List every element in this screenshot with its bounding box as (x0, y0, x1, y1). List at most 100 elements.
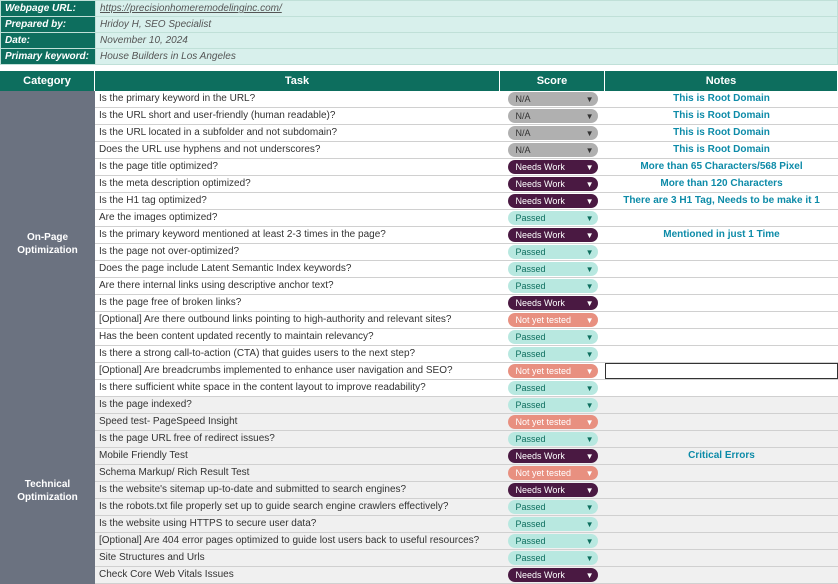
score-dropdown[interactable]: Passed▼ (508, 551, 598, 565)
score-cell: Passed ▼ (500, 533, 605, 549)
score-dropdown[interactable]: Needs Work▼ (508, 449, 598, 463)
score-dropdown[interactable]: Passed▼ (508, 279, 598, 293)
task-text: Speed test- PageSpeed Insight (95, 414, 500, 430)
score-label: Needs Work (516, 451, 565, 461)
notes-text (605, 482, 838, 498)
meta-url-value: https://precisionhomeremodelinginc.com/ (96, 1, 838, 17)
score-cell: Needs Work▼ (500, 448, 605, 464)
chevron-down-icon: ▼ (586, 469, 594, 478)
chevron-down-icon: ▼ (586, 537, 594, 546)
notes-text (605, 210, 838, 226)
score-label: Passed (516, 536, 546, 546)
score-dropdown[interactable]: Not yet tested▼ (508, 313, 598, 327)
notes-text (605, 465, 838, 481)
notes-text (605, 346, 838, 362)
score-dropdown[interactable]: N/A▼ (508, 92, 598, 106)
score-label: Not yet tested (516, 417, 572, 427)
score-dropdown[interactable]: Passed▼ (508, 432, 598, 446)
score-cell: Needs Work▼ (500, 176, 605, 192)
table-row: Speed test- PageSpeed Insight Not yet tes… (95, 414, 838, 431)
chevron-down-icon: ▼ (586, 214, 594, 223)
notes-text (605, 295, 838, 311)
score-label: Passed (516, 213, 546, 223)
score-cell: Passed▼ (500, 499, 605, 515)
score-dropdown[interactable]: Passed ▼ (508, 534, 598, 548)
score-dropdown[interactable]: Passed▼ (508, 347, 598, 361)
task-text: Is the page free of broken links? (95, 295, 500, 311)
score-cell: Needs Work▼ (500, 159, 605, 175)
table-row: Schema Markup/ Rich Result TestNot yet t… (95, 465, 838, 482)
score-dropdown[interactable]: Needs Work▼ (508, 483, 598, 497)
score-dropdown[interactable]: N/A▼ (508, 126, 598, 140)
score-dropdown[interactable]: Not yet tested▼ (508, 415, 598, 429)
score-dropdown[interactable]: Passed▼ (508, 381, 598, 395)
notes-text (605, 516, 838, 532)
chevron-down-icon: ▼ (586, 299, 594, 308)
score-label: Passed (516, 434, 546, 444)
task-text: Has the been content updated recently to… (95, 329, 500, 345)
score-cell: N/A ▼ (500, 142, 605, 158)
table-row: Is the website's sitemap up-to-date and … (95, 482, 838, 499)
score-dropdown[interactable]: Passed▼ (508, 500, 598, 514)
table-row: Is the page indexed?Passed▼ (95, 397, 838, 414)
chevron-down-icon: ▼ (586, 146, 594, 155)
score-cell: Passed▼ (500, 380, 605, 396)
score-dropdown[interactable]: N/A▼ (508, 109, 598, 123)
task-text: Are the images optimized? (95, 210, 500, 226)
score-cell: N/A▼ (500, 108, 605, 124)
task-text: Is there a strong call-to-action (CTA) t… (95, 346, 500, 362)
chevron-down-icon: ▼ (586, 95, 594, 104)
chevron-down-icon: ▼ (586, 333, 594, 342)
score-label: N/A (516, 145, 531, 155)
score-dropdown[interactable]: Needs Work ▼ (508, 296, 598, 310)
table-row: Is there a strong call-to-action (CTA) t… (95, 346, 838, 363)
score-dropdown[interactable]: Needs Work▼ (508, 568, 598, 582)
score-dropdown[interactable]: Passed▼ (508, 517, 598, 531)
meta-prep-value: Hridoy H, SEO Specialist (96, 17, 838, 33)
meta-date-value: November 10, 2024 (96, 33, 838, 49)
score-label: Passed (516, 264, 546, 274)
score-dropdown[interactable]: Needs Work▼ (508, 194, 598, 208)
table-row: Mobile Friendly TestNeeds Work▼Critical … (95, 448, 838, 465)
score-dropdown[interactable]: Needs Work▼ (508, 177, 598, 191)
score-dropdown[interactable]: Passed▼ (508, 245, 598, 259)
score-label: Not yet tested (516, 468, 572, 478)
score-cell: Not yet tested▼ (500, 312, 605, 328)
score-label: Needs Work (516, 298, 565, 308)
score-dropdown[interactable]: N/A ▼ (508, 143, 598, 157)
score-cell: Passed▼ (500, 261, 605, 277)
score-cell: Passed▼ (500, 431, 605, 447)
chevron-down-icon: ▼ (586, 112, 594, 121)
notes-text (605, 567, 838, 583)
score-cell: Needs Work ▼ (500, 295, 605, 311)
notes-text (605, 261, 838, 277)
score-dropdown[interactable]: Not yet tested ▼ (508, 466, 598, 480)
score-dropdown[interactable]: Passed ▼ (508, 211, 598, 225)
table-row: Is the robots.txt file properly set up t… (95, 499, 838, 516)
table-row: Are the images optimized? Passed ▼ (95, 210, 838, 227)
task-text: Is the primary keyword in the URL? (95, 91, 500, 107)
table-row: Does the URL use hyphens and not undersc… (95, 142, 838, 159)
table-row: Site Structures and UrlsPassed▼ (95, 550, 838, 567)
notes-text (605, 312, 838, 328)
score-label: Passed (516, 553, 546, 563)
notes-text (605, 533, 838, 549)
score-dropdown[interactable]: Passed▼ (508, 262, 598, 276)
score-cell: Needs Work▼ (500, 567, 605, 583)
score-dropdown[interactable]: Needs Work▼ (508, 160, 598, 174)
table-row: [Optional] Are 404 error pages optimized… (95, 533, 838, 550)
score-label: Passed (516, 519, 546, 529)
score-dropdown[interactable]: Passed▼ (508, 398, 598, 412)
header-notes: Notes (605, 71, 838, 91)
chevron-down-icon: ▼ (586, 248, 594, 257)
table-row: Is the H1 tag optimized?Needs Work▼There… (95, 193, 838, 210)
task-text: Is the URL short and user-friendly (huma… (95, 108, 500, 124)
chevron-down-icon: ▼ (586, 384, 594, 393)
notes-text: This is Root Domain (605, 108, 838, 124)
score-label: Needs Work (516, 230, 565, 240)
score-dropdown[interactable]: Needs Work▼ (508, 228, 598, 242)
score-dropdown[interactable]: Not yet tested▼ (508, 364, 598, 378)
url-link[interactable]: https://precisionhomeremodelinginc.com/ (100, 3, 282, 14)
score-dropdown[interactable]: Passed▼ (508, 330, 598, 344)
notes-text: More than 120 Characters (605, 176, 838, 192)
